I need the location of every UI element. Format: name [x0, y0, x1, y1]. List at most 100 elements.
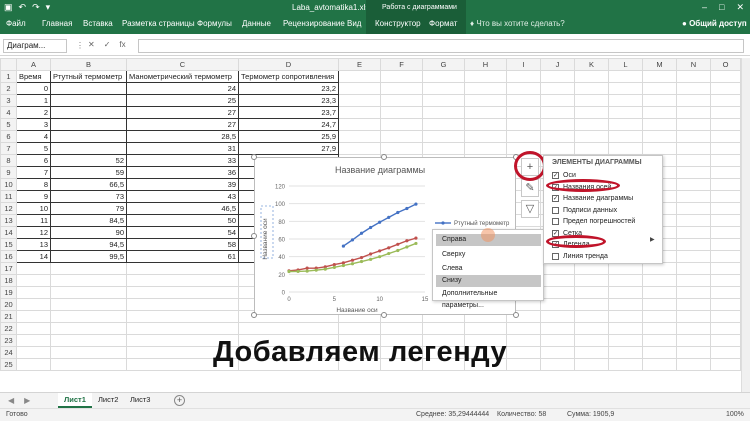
tab-insert[interactable]: Вставка [83, 19, 113, 28]
cell[interactable] [676, 322, 711, 335]
cell[interactable]: 27 [126, 118, 239, 131]
cell[interactable]: Ртутный термометр [50, 70, 127, 83]
cell[interactable] [540, 274, 575, 287]
cell[interactable] [574, 130, 609, 143]
cell[interactable] [608, 106, 643, 119]
cell[interactable]: 11 [16, 214, 51, 227]
row-header[interactable]: 7 [0, 142, 17, 155]
cell[interactable]: 39 [126, 178, 239, 191]
cell[interactable] [710, 334, 741, 347]
cell[interactable] [574, 142, 609, 155]
cell[interactable] [540, 82, 575, 95]
cell[interactable] [380, 118, 423, 131]
legend-left-option[interactable]: Слева [436, 263, 541, 275]
tab-view[interactable]: Вид [347, 19, 361, 28]
chart-element-option[interactable]: ✓ Оси [552, 172, 576, 179]
cell[interactable]: 4 [16, 130, 51, 143]
cell[interactable] [574, 274, 609, 287]
cell[interactable]: 23,3 [238, 94, 339, 107]
cell[interactable] [574, 118, 609, 131]
cell[interactable] [50, 358, 127, 371]
cell[interactable] [574, 70, 609, 83]
cell[interactable] [506, 346, 541, 359]
cell[interactable] [574, 358, 609, 371]
cell[interactable] [710, 262, 741, 275]
row-header[interactable]: 3 [0, 94, 17, 107]
cell[interactable] [710, 94, 741, 107]
cell[interactable] [50, 298, 127, 311]
cell[interactable] [710, 130, 741, 143]
cell[interactable]: 23,7 [238, 106, 339, 119]
cell[interactable]: 61 [126, 250, 239, 263]
minimize-button[interactable]: – [702, 2, 707, 13]
cell[interactable] [338, 94, 381, 107]
cancel-entry-icon[interactable]: ✕ [88, 40, 95, 49]
cell[interactable] [676, 214, 711, 227]
cell[interactable] [642, 70, 677, 83]
cell[interactable] [506, 358, 541, 371]
column-header[interactable]: L [608, 58, 643, 71]
row-header[interactable]: 9 [0, 166, 17, 179]
cell[interactable] [676, 82, 711, 95]
cell[interactable] [540, 346, 575, 359]
cell[interactable] [506, 130, 541, 143]
cell[interactable] [338, 118, 381, 131]
row-header[interactable]: 20 [0, 298, 17, 311]
resize-handle[interactable] [381, 312, 387, 318]
cell[interactable] [422, 130, 465, 143]
cell[interactable] [16, 334, 51, 347]
confirm-entry-icon[interactable]: ✓ [104, 40, 111, 49]
cell[interactable]: 27,9 [238, 142, 339, 155]
cell[interactable]: 23,2 [238, 82, 339, 95]
cell[interactable] [608, 70, 643, 83]
column-header[interactable]: G [422, 58, 465, 71]
row-header[interactable]: 4 [0, 106, 17, 119]
cell[interactable] [16, 358, 51, 371]
cell[interactable] [676, 106, 711, 119]
cell[interactable]: 90 [50, 226, 127, 239]
column-header[interactable]: E [338, 58, 381, 71]
submenu-arrow-icon[interactable]: ▶ [650, 236, 655, 243]
resize-handle[interactable] [513, 312, 519, 318]
zoom-level[interactable]: 100% [726, 411, 744, 418]
cell[interactable] [642, 106, 677, 119]
cell[interactable]: 27 [126, 106, 239, 119]
cell[interactable] [380, 142, 423, 155]
cell[interactable]: 28,5 [126, 130, 239, 143]
cell[interactable] [642, 262, 677, 275]
name-box[interactable]: Диаграм... [3, 39, 67, 53]
cell[interactable] [608, 346, 643, 359]
cell[interactable] [380, 106, 423, 119]
cell[interactable] [540, 334, 575, 347]
cell[interactable] [380, 322, 423, 335]
insert-function-icon[interactable]: fx [119, 40, 125, 49]
cell[interactable] [422, 82, 465, 95]
cell[interactable] [540, 286, 575, 299]
cell[interactable] [710, 310, 741, 323]
row-header[interactable]: 23 [0, 334, 17, 347]
cell[interactable] [676, 70, 711, 83]
chart-styles-button[interactable]: ✎ [521, 179, 539, 197]
cell[interactable] [676, 118, 711, 131]
cell[interactable] [506, 334, 541, 347]
cell[interactable] [422, 142, 465, 155]
column-header[interactable]: A [16, 58, 51, 71]
maximize-button[interactable]: □ [719, 2, 724, 13]
cell[interactable] [676, 166, 711, 179]
cell[interactable] [608, 130, 643, 143]
cell[interactable]: 5 [16, 142, 51, 155]
cell[interactable] [710, 238, 741, 251]
row-header[interactable]: 1 [0, 70, 17, 83]
cell[interactable] [126, 286, 239, 299]
cell[interactable] [642, 94, 677, 107]
cell[interactable] [126, 298, 239, 311]
cell[interactable] [126, 262, 239, 275]
cell[interactable] [608, 310, 643, 323]
cell[interactable] [642, 142, 677, 155]
cell[interactable] [464, 70, 507, 83]
cell[interactable] [676, 262, 711, 275]
cell[interactable] [338, 322, 381, 335]
cell[interactable]: 54 [126, 226, 239, 239]
cell[interactable] [50, 130, 127, 143]
cell[interactable]: 8 [16, 178, 51, 191]
